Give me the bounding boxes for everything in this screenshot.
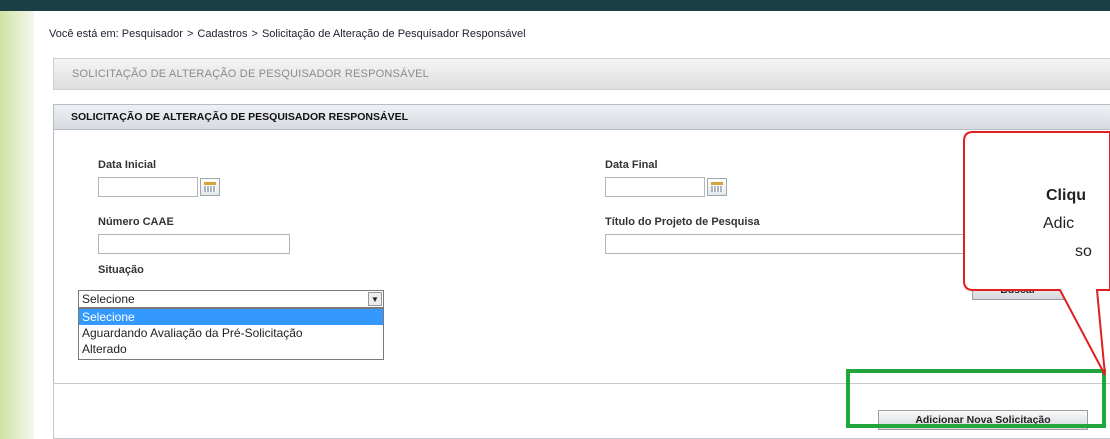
calendar-icon[interactable] — [200, 178, 220, 196]
panel-header: SOLICITAÇÃO DE ALTERAÇÃO DE PESQUISADOR … — [54, 105, 1110, 130]
titulo-projeto-input[interactable] — [605, 234, 988, 254]
data-final-label: Data Final — [605, 159, 658, 171]
numero-caae-input[interactable] — [98, 234, 290, 254]
callout-line-2: Adic — [1043, 215, 1075, 232]
data-inicial-label: Data Inicial — [98, 159, 157, 171]
data-inicial-input[interactable] — [98, 177, 198, 197]
page-title-bar: SOLICITAÇÃO DE ALTERAÇÃO DE PESQUISADOR … — [53, 58, 1110, 90]
data-final-input[interactable] — [605, 177, 705, 197]
numero-caae-label: Número CAAE — [98, 216, 174, 228]
breadcrumb-separator: > — [186, 28, 194, 40]
callout-line-1: Cliqu — [1046, 187, 1086, 204]
left-background — [0, 11, 34, 439]
breadcrumb-separator: > — [251, 28, 258, 40]
chevron-down-icon[interactable]: ▼ — [368, 292, 382, 306]
situacao-options-list: Selecione Aguardando Avaliação da Pré-So… — [78, 308, 384, 360]
breadcrumb-item-current: Solicitação de Alteração de Pesquisador … — [261, 28, 526, 40]
breadcrumb: Você está em: Pesquisador > Cadastros > Soli… — [49, 28, 526, 40]
highlight-box — [846, 369, 1106, 428]
situacao-select[interactable]: Selecione ▼ — [78, 290, 384, 308]
titulo-projeto-label: Título do Projeto de Pesquisa — [605, 216, 760, 228]
situacao-label: Situação — [98, 264, 144, 276]
calendar-icon[interactable] — [707, 178, 727, 196]
callout-line-3: so — [1075, 243, 1092, 260]
top-header-bar — [0, 0, 1110, 11]
situacao-option[interactable]: Aguardando Avaliação da Pré-Solicitação — [79, 325, 383, 341]
situacao-option[interactable]: Selecione — [79, 309, 383, 325]
situacao-selected-value: Selecione — [82, 292, 135, 306]
situacao-option[interactable]: Alterado — [79, 341, 383, 357]
buscar-button[interactable]: Buscar — [972, 280, 1064, 300]
panel-title: SOLICITAÇÃO DE ALTERAÇÃO DE PESQUISADOR … — [71, 111, 408, 123]
breadcrumb-prefix: Você está em: — [49, 28, 119, 40]
page-title: SOLICITAÇÃO DE ALTERAÇÃO DE PESQUISADOR … — [72, 68, 429, 80]
breadcrumb-item-pesquisador[interactable]: Pesquisador — [122, 28, 183, 40]
breadcrumb-item-cadastros[interactable]: Cadastros — [197, 28, 247, 40]
